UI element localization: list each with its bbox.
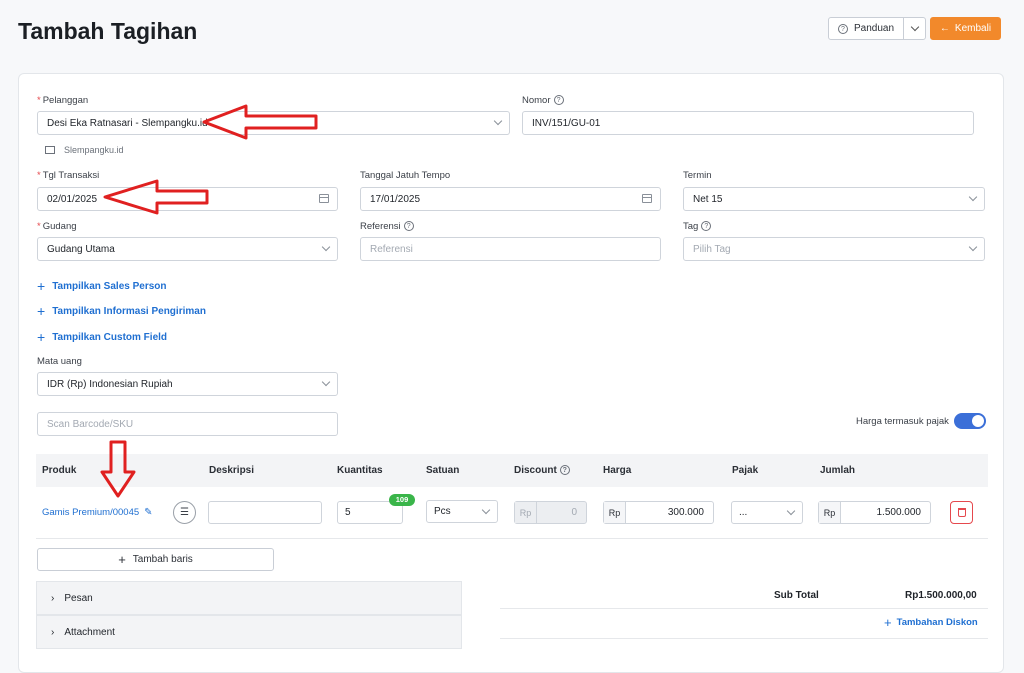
- add-discount-link[interactable]: + Tambahan Diskon: [884, 615, 978, 630]
- number-label: Nomor?: [522, 95, 564, 106]
- customer-company-note: Slempangku.id: [45, 145, 124, 155]
- help-icon: ?: [701, 221, 712, 232]
- plus-icon: +: [37, 303, 46, 319]
- product-link[interactable]: Gamis Premium/00045 ✎: [42, 507, 153, 518]
- warehouse-label: * Gudang: [37, 221, 77, 232]
- pencil-icon[interactable]: ✎: [144, 507, 152, 518]
- tax-inclusive-toggle[interactable]: [954, 413, 986, 429]
- page-title: Tambah Tagihan: [18, 18, 198, 44]
- help-icon: ?: [837, 23, 848, 34]
- chevron-down-icon: [481, 505, 491, 515]
- guide-button-label: Panduan: [853, 23, 895, 34]
- price-prefix: Rp: [604, 502, 626, 523]
- transaction-date-input[interactable]: 02/01/2025: [37, 187, 338, 211]
- chevron-down-icon: [968, 242, 978, 252]
- price-input[interactable]: Rp 300.000: [603, 501, 714, 524]
- column-header-product: Produk: [42, 465, 77, 476]
- customer-select[interactable]: Desi Eka Ratnasari - Slempangku.id: [37, 111, 510, 135]
- guide-button[interactable]: ? Panduan: [828, 17, 904, 40]
- warehouse-select[interactable]: Gudang Utama: [37, 237, 338, 261]
- subtotal-value: Rp1.500.000,00: [905, 590, 977, 601]
- totals-divider: [500, 608, 988, 609]
- plus-icon: +: [37, 329, 46, 345]
- discount-prefix: Rp: [515, 502, 537, 523]
- delete-row-button[interactable]: [950, 501, 973, 524]
- list-icon: ☰: [180, 507, 189, 518]
- back-button[interactable]: ← Kembali: [930, 17, 1001, 40]
- show-custom-field-link[interactable]: + Tampilkan Custom Field: [37, 329, 167, 345]
- term-label: Termin: [683, 170, 712, 181]
- tag-label: Tag?: [683, 221, 712, 232]
- amount-input[interactable]: Rp 1.500.000: [818, 501, 931, 524]
- column-header-quantity: Kuantitas: [337, 465, 383, 476]
- reference-label: Referensi?: [360, 221, 414, 232]
- chevron-right-icon: ›: [51, 626, 55, 638]
- subtotal-label: Sub Total: [774, 590, 819, 601]
- transaction-date-label: * Tgl Transaksi: [37, 170, 100, 181]
- chevron-down-icon: [910, 22, 919, 32]
- arrow-left-icon: ←: [939, 23, 950, 34]
- help-icon: ?: [553, 95, 564, 106]
- tax-select[interactable]: ...: [731, 501, 803, 524]
- chevron-down-icon: [321, 242, 331, 252]
- currency-select[interactable]: IDR (Rp) Indonesian Rupiah: [37, 372, 338, 396]
- column-header-discount: Discount?: [514, 465, 570, 476]
- tag-select[interactable]: Pilih Tag: [683, 237, 985, 261]
- number-input[interactable]: INV/151/GU-01: [522, 111, 974, 135]
- plus-icon: +: [37, 278, 46, 294]
- tax-inclusive-label: Harga termasuk pajak: [856, 416, 949, 427]
- trash-icon: [957, 508, 966, 517]
- chevron-right-icon: ›: [51, 592, 55, 604]
- due-date-input[interactable]: 17/01/2025: [360, 187, 661, 211]
- back-button-label: Kembali: [954, 23, 992, 34]
- amount-prefix: Rp: [819, 502, 841, 523]
- add-row-button[interactable]: + Tambah baris: [37, 548, 274, 571]
- column-header-price: Harga: [603, 465, 632, 476]
- unit-select[interactable]: Pcs: [426, 500, 498, 523]
- currency-label: Mata uang: [37, 356, 82, 367]
- attachment-section-toggle[interactable]: › Attachment: [36, 615, 462, 649]
- discount-input: Rp 0: [514, 501, 587, 524]
- column-header-description: Deskripsi: [209, 465, 255, 476]
- chevron-down-icon: [493, 116, 503, 126]
- chevron-down-icon: [321, 377, 331, 387]
- plus-icon: +: [118, 552, 126, 567]
- calendar-icon: [642, 194, 652, 203]
- barcode-input[interactable]: Scan Barcode/SKU: [37, 412, 338, 436]
- show-sales-person-link[interactable]: + Tampilkan Sales Person: [37, 278, 167, 294]
- chevron-down-icon: [968, 192, 978, 202]
- stock-badge: 109: [389, 494, 415, 506]
- plus-icon: +: [884, 615, 892, 630]
- message-section-toggle[interactable]: › Pesan: [36, 581, 462, 615]
- calendar-icon: [319, 194, 329, 203]
- term-select[interactable]: Net 15: [683, 187, 985, 211]
- help-icon: ?: [403, 221, 414, 232]
- column-header-unit: Satuan: [426, 465, 460, 476]
- reference-input[interactable]: Referensi: [360, 237, 661, 261]
- column-header-amount: Jumlah: [820, 465, 856, 476]
- guide-dropdown-button[interactable]: [903, 17, 926, 40]
- chevron-down-icon: [786, 506, 796, 516]
- totals-divider: [500, 638, 988, 639]
- show-shipping-info-link[interactable]: + Tampilkan Informasi Pengiriman: [37, 303, 206, 319]
- description-input[interactable]: [208, 501, 322, 524]
- help-icon: ?: [559, 465, 570, 476]
- customer-label: * Pelanggan: [37, 95, 89, 106]
- product-detail-button[interactable]: ☰: [173, 501, 196, 524]
- id-card-icon: [45, 146, 55, 154]
- column-header-tax: Pajak: [732, 465, 759, 476]
- row-divider: [36, 538, 988, 539]
- due-date-label: Tanggal Jatuh Tempo: [360, 170, 451, 181]
